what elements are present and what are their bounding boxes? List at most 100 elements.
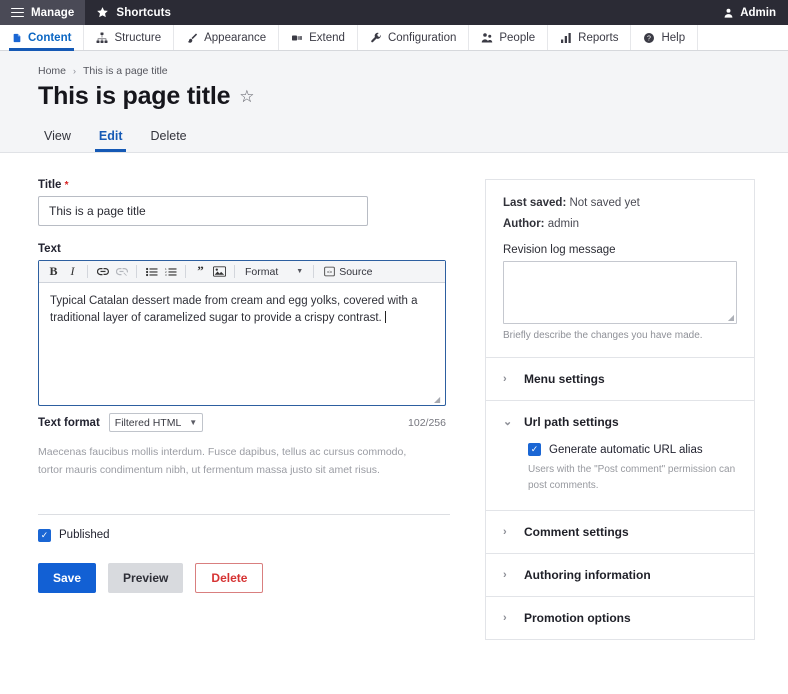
numbered-list-icon[interactable]: 123 xyxy=(162,264,179,280)
author-label: Author: xyxy=(503,218,545,230)
admin-toolbar: Manage Shortcuts Admin xyxy=(0,0,788,25)
accordion-authoring-information[interactable]: › Authoring information xyxy=(486,553,754,596)
published-checkbox-row[interactable]: ✓ Published xyxy=(38,529,450,542)
breadcrumb-item-home[interactable]: Home xyxy=(38,65,66,77)
nav-item-content[interactable]: Content xyxy=(0,25,84,50)
last-saved-line: Last saved: Not saved yet xyxy=(503,197,737,209)
delete-button[interactable]: Delete xyxy=(195,563,263,593)
breadcrumb-item-current: This is a page title xyxy=(83,65,168,77)
form-divider xyxy=(38,514,450,515)
tab-delete[interactable]: Delete xyxy=(136,123,200,152)
format-dropdown[interactable]: Format ▼ xyxy=(241,266,307,278)
nav-label: Structure xyxy=(114,32,161,44)
hamburger-icon xyxy=(11,5,24,20)
published-checkbox[interactable]: ✓ xyxy=(38,529,51,542)
nav-label: Configuration xyxy=(388,32,456,44)
svg-text:3: 3 xyxy=(165,273,167,277)
nav-label: Extend xyxy=(309,32,345,44)
accordion-label: Comment settings xyxy=(524,525,629,539)
preview-button[interactable]: Preview xyxy=(108,563,183,593)
title-input[interactable] xyxy=(38,196,368,226)
bold-icon[interactable]: B xyxy=(45,264,62,280)
question-circle-icon: ? xyxy=(643,32,655,44)
accordion-label: Menu settings xyxy=(524,372,605,386)
source-button[interactable]: <> Source xyxy=(320,266,376,278)
people-icon xyxy=(481,32,493,44)
text-format-select[interactable]: Filtered HTML ▼ xyxy=(109,413,203,432)
nav-item-reports[interactable]: Reports xyxy=(548,25,631,50)
star-icon xyxy=(96,6,109,19)
user-account-button[interactable]: Admin xyxy=(711,0,788,25)
text-field-help: Maecenas faucibus mollis interdum. Fusce… xyxy=(38,444,428,480)
nav-item-appearance[interactable]: Appearance xyxy=(174,25,279,50)
nav-label: Help xyxy=(661,32,685,44)
nav-item-help[interactable]: ? Help xyxy=(631,25,698,50)
nav-item-structure[interactable]: Structure xyxy=(84,25,174,50)
last-saved-value: Not saved yet xyxy=(569,197,639,209)
title-label-text: Title xyxy=(38,179,61,191)
tab-edit[interactable]: Edit xyxy=(85,123,137,152)
chevron-down-icon: ▼ xyxy=(189,418,197,427)
italic-icon[interactable]: I xyxy=(64,264,81,280)
accordion-menu-settings[interactable]: › Menu settings xyxy=(486,357,754,400)
toolbar-separator xyxy=(234,265,235,278)
accordion-header[interactable]: › Promotion options xyxy=(486,597,754,639)
textarea-resize-handle[interactable]: ◢ xyxy=(728,314,734,322)
form-actions: Save Preview Delete xyxy=(38,563,450,593)
accordion-header[interactable]: › Comment settings xyxy=(486,511,754,553)
text-field-label: Text xyxy=(38,243,450,255)
link-icon[interactable] xyxy=(94,264,111,280)
admin-toolbar-right: Admin xyxy=(711,0,788,25)
nav-item-configuration[interactable]: Configuration xyxy=(358,25,469,50)
image-icon[interactable] xyxy=(211,264,228,280)
toolbar-separator xyxy=(87,265,88,278)
accordion-comment-settings[interactable]: › Comment settings xyxy=(486,510,754,553)
generate-url-alias-label: Generate automatic URL alias xyxy=(549,444,703,456)
favorite-star-icon[interactable]: ☆ xyxy=(239,88,254,105)
rich-text-editor: B I 123 xyxy=(38,260,446,406)
accordion-header[interactable]: › Menu settings xyxy=(486,358,754,400)
chevron-down-icon: ⌄ xyxy=(503,417,511,428)
shortcuts-button[interactable]: Shortcuts xyxy=(85,0,182,25)
admin-toolbar-left: Manage Shortcuts xyxy=(0,0,182,25)
accordion-url-path-settings[interactable]: ⌄ Url path settings ✓ Generate automatic… xyxy=(486,400,754,510)
chevron-right-icon: › xyxy=(503,570,511,581)
accordion-header[interactable]: › Authoring information xyxy=(486,554,754,596)
bar-chart-icon xyxy=(560,32,572,44)
blockquote-icon[interactable]: ” xyxy=(192,264,209,280)
nav-item-people[interactable]: People xyxy=(469,25,548,50)
nav-label: People xyxy=(499,32,535,44)
check-icon: ✓ xyxy=(41,531,49,540)
page-title: This is page title xyxy=(38,82,230,111)
revision-log-label: Revision log message xyxy=(503,244,737,256)
paintbrush-icon xyxy=(186,32,198,44)
revision-log-textarea[interactable]: ◢ xyxy=(503,261,737,324)
text-format-label: Text format xyxy=(38,417,100,429)
editor-toolbar: B I 123 xyxy=(39,261,445,283)
accordion-label: Authoring information xyxy=(524,568,651,582)
svg-text:?: ? xyxy=(648,35,652,42)
node-tabs: View Edit Delete xyxy=(0,123,788,152)
toolbar-separator xyxy=(185,265,186,278)
bulleted-list-icon[interactable] xyxy=(143,264,160,280)
accordion-promotion-options[interactable]: › Promotion options xyxy=(486,596,754,639)
user-icon xyxy=(723,7,734,19)
wrench-icon xyxy=(370,32,382,44)
check-icon: ✓ xyxy=(531,445,539,454)
text-format-value: Filtered HTML xyxy=(115,417,182,429)
admin-nav: Content Structure Appearance Extend Conf… xyxy=(0,25,788,51)
editor-resize-handle[interactable]: ◢ xyxy=(434,395,443,404)
page-title-row: This is page title ☆ xyxy=(38,82,750,111)
manage-menu-button[interactable]: Manage xyxy=(0,0,85,25)
url-alias-description: Users with the "Post comment" permission… xyxy=(528,462,737,493)
tab-view[interactable]: View xyxy=(30,123,85,152)
generate-url-alias-checkbox[interactable]: ✓ xyxy=(528,443,541,456)
chevron-right-icon: › xyxy=(503,374,511,385)
url-alias-checkbox-row[interactable]: ✓ Generate automatic URL alias xyxy=(528,443,737,456)
save-button[interactable]: Save xyxy=(38,563,96,593)
toolbar-separator xyxy=(136,265,137,278)
accordion-header[interactable]: ⌄ Url path settings xyxy=(486,401,754,443)
nav-item-extend[interactable]: Extend xyxy=(279,25,358,50)
manage-label: Manage xyxy=(31,7,74,19)
editor-content-area[interactable]: Typical Catalan dessert made from cream … xyxy=(39,283,445,405)
